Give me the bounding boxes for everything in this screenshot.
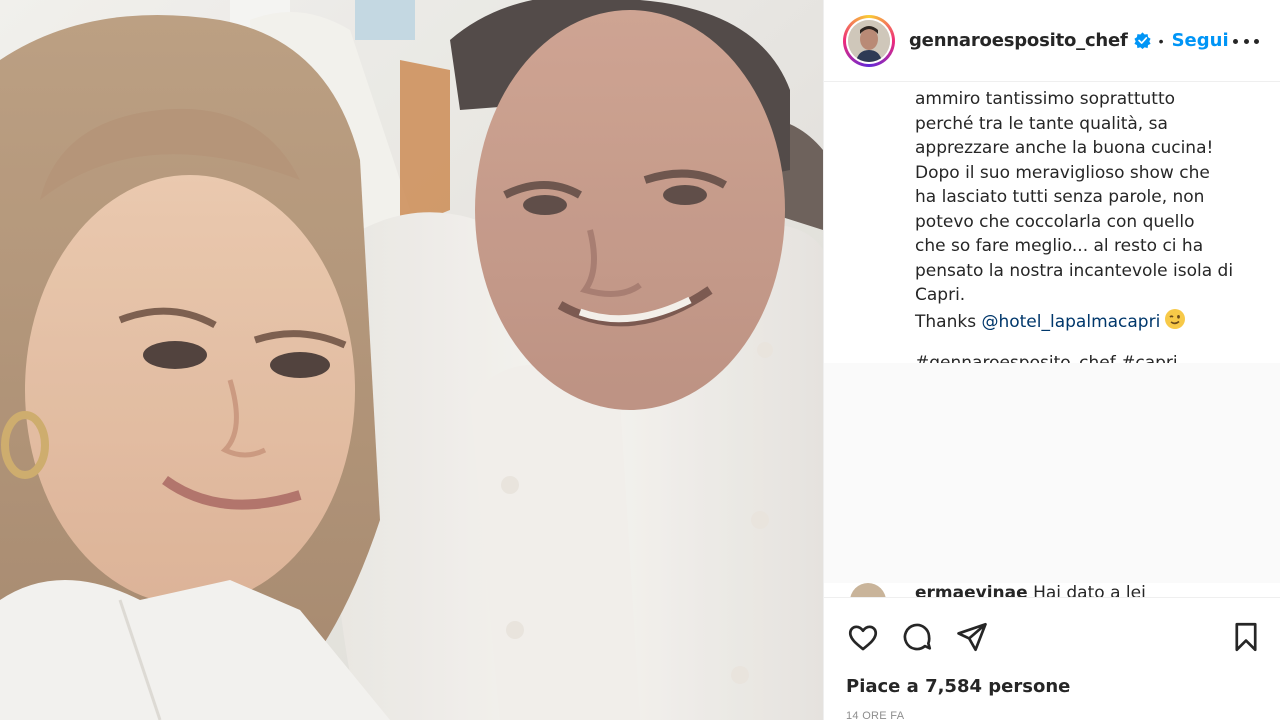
- post-timestamp[interactable]: 14 ORE FA: [846, 710, 904, 722]
- caption-line: che so fare meglio... al resto ci ha: [915, 236, 1204, 256]
- winking-face-icon: [1164, 308, 1186, 338]
- caption-scroll-area[interactable]: ammiro tantissimo soprattutto perché tra…: [824, 83, 1280, 363]
- caption-line: ha lasciato tutti senza parole, non: [915, 187, 1205, 207]
- thanks-text: Thanks: [915, 311, 982, 332]
- caption-line: Dopo il suo meraviglioso show che: [915, 162, 1210, 183]
- post-caption: ammiro tantissimo soprattutto perché tra…: [824, 83, 1280, 363]
- avatar-image: [848, 19, 890, 62]
- bookmark-icon[interactable]: [1229, 620, 1263, 654]
- post-side-panel: gennaroesposito_chef • Segui ammiro tant…: [823, 0, 1280, 722]
- paper-plane-icon[interactable]: [955, 620, 989, 654]
- comment-item: ermaevinae Hai dato a lei: [824, 583, 1280, 597]
- caption-line: ammiro tantissimo soprattutto: [915, 89, 1176, 109]
- separator-dot: •: [1158, 32, 1164, 49]
- comment-text: Hai dato a lei: [1033, 583, 1146, 597]
- post-photo[interactable]: [0, 0, 823, 720]
- caption-line: perché tra le tante qualità, sa: [915, 113, 1168, 134]
- verified-badge-icon: [1134, 32, 1151, 49]
- username-link[interactable]: gennaroesposito_chef: [909, 30, 1128, 51]
- hashtags[interactable]: #gennaroesposito_chef #capri: [915, 351, 1241, 363]
- avatar[interactable]: [843, 14, 895, 67]
- caption-thanks-line: Thanks @hotel_lapalmacapri: [915, 308, 1241, 338]
- comments-area: [824, 363, 1280, 583]
- follow-button[interactable]: Segui: [1172, 30, 1229, 51]
- mention-link[interactable]: @hotel_lapalmacapri: [981, 312, 1160, 332]
- post-header: gennaroesposito_chef • Segui: [824, 0, 1280, 82]
- comment-icon[interactable]: [900, 620, 934, 654]
- more-options-icon[interactable]: [1233, 28, 1259, 54]
- post-photo-art: [0, 0, 823, 720]
- caption-line: Capri.: [915, 285, 966, 305]
- action-bar: [824, 597, 1280, 675]
- comment-username[interactable]: ermaevinae: [915, 583, 1028, 597]
- likes-count[interactable]: Piace a 7,584 persone: [846, 676, 1070, 697]
- caption-line: apprezzare anche la buona cucina!: [915, 138, 1214, 158]
- comment-avatar[interactable]: [850, 583, 886, 597]
- caption-line: potevo che coccolarla con quello: [915, 211, 1195, 232]
- caption-line: pensato la nostra incantevole isola di: [915, 260, 1234, 281]
- heart-icon[interactable]: [846, 620, 880, 654]
